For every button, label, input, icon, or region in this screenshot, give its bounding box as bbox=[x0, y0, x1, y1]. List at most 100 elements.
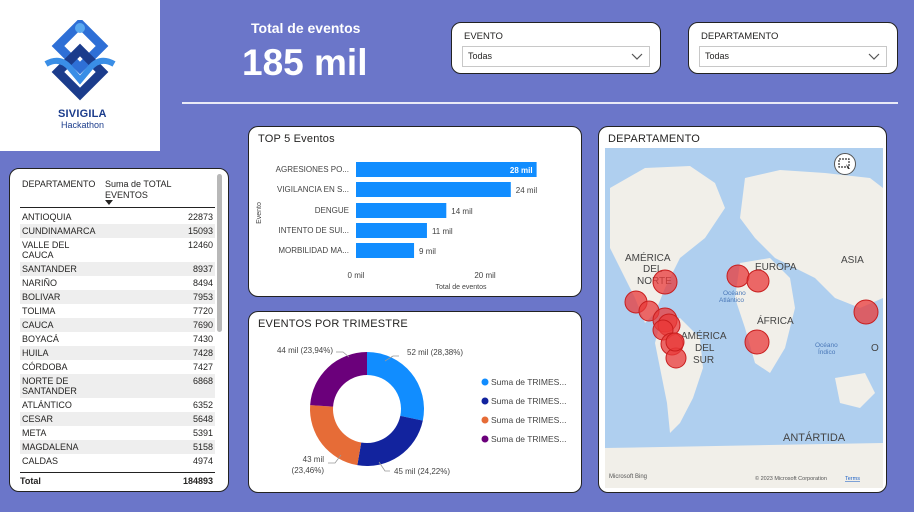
table-row[interactable]: NARIÑO 8494 bbox=[20, 276, 215, 290]
table-cell-total: 7428 bbox=[192, 348, 213, 358]
table-cell-departamento: NARIÑO bbox=[22, 278, 58, 288]
table-row[interactable]: VALLE DEL CAUCA 12460 bbox=[20, 238, 215, 262]
map-label: ÁFRICA bbox=[757, 314, 794, 327]
bar[interactable] bbox=[356, 243, 415, 258]
table-cell-total: 15093 bbox=[187, 226, 213, 236]
table-row[interactable]: ANTIOQUIA 22873 bbox=[20, 210, 215, 224]
map-bubble[interactable] bbox=[665, 332, 685, 352]
map-footer-left: Microsoft Bing bbox=[609, 474, 647, 480]
trimestre-donut-chart[interactable]: 52 mil (28,38%) 45 mil (24,22%) 43 mil (23,… bbox=[249, 312, 581, 492]
table-cell-total: 7430 bbox=[192, 334, 213, 344]
legend-marker bbox=[481, 397, 489, 405]
map-label: ANTÁRTIDA bbox=[783, 431, 846, 444]
bar[interactable] bbox=[356, 223, 427, 238]
table-total-row: Total 184893 bbox=[20, 472, 215, 486]
legend-item-label[interactable]: Suma de TRIMES... bbox=[491, 434, 566, 444]
table-total-label: Total bbox=[20, 476, 41, 486]
table-row[interactable]: CESAR 5648 bbox=[20, 412, 215, 426]
top5-bar-chart[interactable]: AGRESIONES PO... 28 mil VIGILANCIA EN S...… bbox=[249, 127, 581, 296]
donut-slice-label: 45 mil (24,22%) bbox=[394, 467, 450, 476]
evento-dropdown-value: Todas bbox=[468, 51, 493, 61]
donut-slice[interactable] bbox=[310, 352, 367, 407]
table-cell-departamento: META bbox=[22, 428, 47, 438]
table-row[interactable]: SANTANDER 8937 bbox=[20, 262, 215, 276]
table-cell-total: 5158 bbox=[192, 442, 213, 452]
table-cell-total: 6352 bbox=[192, 400, 213, 410]
map-label: Océano bbox=[723, 290, 746, 297]
departamento-dropdown-value: Todas bbox=[705, 51, 730, 61]
table-row[interactable]: META 5391 bbox=[20, 426, 215, 440]
bar[interactable] bbox=[356, 182, 511, 197]
table-cell-total: 5648 bbox=[192, 414, 213, 424]
table-row[interactable]: HUILA 7428 bbox=[20, 346, 215, 360]
departamento-table: DEPARTAMENTO Suma de TOTAL EVENTOS ANTIO… bbox=[9, 168, 229, 492]
table-row[interactable]: CALDAS 4974 bbox=[20, 454, 215, 468]
donut-slice[interactable] bbox=[367, 352, 424, 421]
bar-value-label: 28 mil bbox=[510, 166, 533, 175]
map-label: O bbox=[871, 343, 879, 354]
map-label: Atlántico bbox=[719, 297, 744, 304]
table-header-total[interactable]: Suma de TOTAL EVENTOS bbox=[105, 179, 185, 201]
table-cell-departamento: SANTANDER bbox=[22, 264, 77, 274]
world-map[interactable]: AMÉRICA DEL NORTE EUROPA ASIA Océano Atl… bbox=[605, 148, 883, 488]
trimestre-card: EVENTOS POR TRIMESTRE 52 mil (28,38%) 45 … bbox=[248, 311, 582, 493]
table-row[interactable]: CAUCA 7690 bbox=[20, 318, 215, 332]
table-row[interactable]: ATLÁNTICO 6352 bbox=[20, 398, 215, 412]
map-bubble[interactable] bbox=[726, 264, 750, 288]
x-axis-title: Total de eventos bbox=[436, 284, 487, 291]
donut-slice[interactable] bbox=[357, 415, 423, 466]
evento-dropdown[interactable]: Todas bbox=[462, 46, 650, 67]
legend-item-label[interactable]: Suma de TRIMES... bbox=[491, 396, 566, 406]
bar-category-label: VIGILANCIA EN S... bbox=[277, 185, 349, 194]
departamento-dropdown[interactable]: Todas bbox=[699, 46, 887, 67]
map-label: ASIA bbox=[841, 255, 864, 266]
bar-value-label: 24 mil bbox=[516, 186, 538, 195]
map-label: Índico bbox=[818, 347, 836, 356]
map-bubble[interactable] bbox=[853, 299, 879, 325]
table-cell-departamento: BOLIVAR bbox=[22, 292, 61, 302]
table-row[interactable]: CUNDINAMARCA 15093 bbox=[20, 224, 215, 238]
kpi-value: 185 mil bbox=[242, 42, 368, 83]
table-cell-departamento: CALDAS bbox=[22, 456, 59, 466]
table-cell-total: 7953 bbox=[192, 292, 213, 302]
map-bubble[interactable] bbox=[652, 269, 678, 295]
map-bubble[interactable] bbox=[744, 329, 770, 355]
table-row[interactable]: TOLIMA 7720 bbox=[20, 304, 215, 318]
table-row[interactable]: CÓRDOBA 7427 bbox=[20, 360, 215, 374]
table-cell-total: 7720 bbox=[192, 306, 213, 316]
departamento-map-card: DEPARTAMENTO AMÉRICA DEL NORTE EUROPA AS… bbox=[598, 126, 887, 493]
map-label: Océano bbox=[815, 342, 838, 349]
map-bubble[interactable] bbox=[746, 269, 770, 293]
table-scrollbar[interactable] bbox=[217, 174, 222, 332]
map-label: AMÉRICA bbox=[681, 329, 727, 342]
bar-value-label: 14 mil bbox=[451, 207, 473, 216]
legend-marker bbox=[481, 435, 489, 443]
table-row[interactable]: MAGDALENA 5158 bbox=[20, 440, 215, 454]
table-cell-total: 4974 bbox=[192, 456, 213, 466]
donut-slice-label: 44 mil (23,94%) bbox=[277, 346, 333, 355]
table-cell-total: 8494 bbox=[192, 278, 213, 288]
table-header-departamento[interactable]: DEPARTAMENTO bbox=[22, 179, 95, 190]
chevron-down-icon bbox=[868, 53, 880, 60]
table-cell-total: 7427 bbox=[192, 362, 213, 372]
table-cell-departamento: VALLE DEL CAUCA bbox=[22, 240, 70, 260]
table-row[interactable]: NORTE DE SANTANDER 6868 bbox=[20, 374, 215, 398]
kpi-label: Total de eventos bbox=[251, 20, 361, 36]
x-axis-tick: 0 mil bbox=[348, 271, 365, 280]
bar[interactable] bbox=[356, 203, 447, 218]
bar-category-label: INTENTO DE SUI... bbox=[278, 226, 349, 235]
table-row[interactable]: BOLIVAR 7953 bbox=[20, 290, 215, 304]
table-cell-total: 12460 bbox=[187, 240, 213, 250]
map-select-button[interactable] bbox=[834, 153, 856, 175]
sivigila-logo: SIVIGILA Hackathon bbox=[0, 0, 160, 151]
map-terms-link[interactable]: Terms bbox=[845, 476, 860, 482]
legend-item-label[interactable]: Suma de TRIMES... bbox=[491, 377, 566, 387]
table-cell-total: 6868 bbox=[192, 376, 213, 386]
bar-category-label: AGRESIONES PO... bbox=[276, 165, 349, 174]
legend-item-label[interactable]: Suma de TRIMES... bbox=[491, 415, 566, 425]
table-row[interactable]: BOYACÁ 7430 bbox=[20, 332, 215, 346]
map-label: DEL bbox=[695, 343, 715, 354]
x-axis-tick: 20 mil bbox=[474, 271, 496, 280]
evento-slicer: EVENTO Todas bbox=[451, 22, 661, 74]
chevron-down-icon bbox=[631, 53, 643, 60]
